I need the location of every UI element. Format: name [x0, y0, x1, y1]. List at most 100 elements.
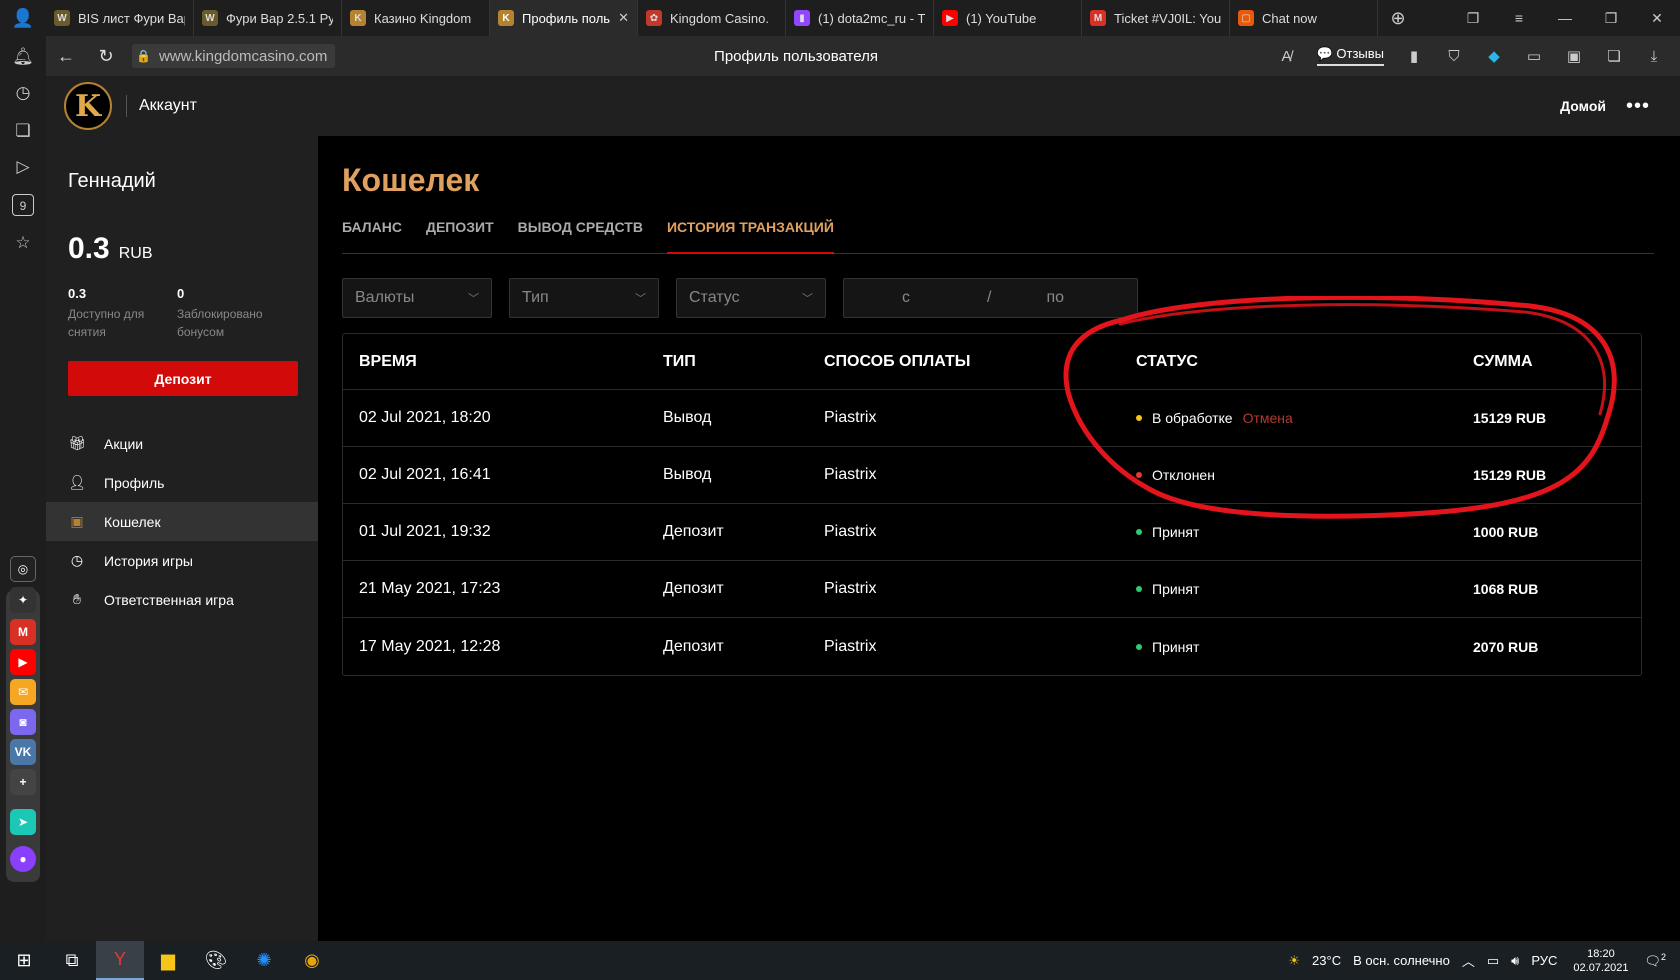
close-window-icon[interactable]: ✕	[1634, 10, 1680, 27]
sparkle-app-icon[interactable]: ✦	[10, 587, 36, 613]
alice-assistant-icon[interactable]: ●	[10, 846, 36, 872]
column-time[interactable]: ВРЕМЯ	[359, 334, 417, 389]
bell-icon[interactable]: 🔔︎	[12, 46, 34, 68]
more-menu-icon[interactable]: •••	[1626, 95, 1650, 118]
close-tab-icon[interactable]: ✕	[618, 10, 629, 26]
yandex-browser-icon[interactable]: Y	[96, 941, 144, 980]
date-range-picker[interactable]: с / по	[843, 278, 1138, 318]
tray-chevron-icon[interactable]: ︿	[1462, 951, 1475, 970]
browser-tab[interactable]: ▶ (1) YouTube	[934, 0, 1082, 36]
browser-tab[interactable]: W BIS лист Фури Вар	[46, 0, 194, 36]
sidebar-item[interactable]: 👤︎ Профиль	[46, 463, 318, 502]
type-select[interactable]: Тип ﹀	[509, 278, 659, 318]
browser-tab-title: BIS лист Фури Вар	[78, 10, 185, 26]
kingdom-logo[interactable]: K	[64, 82, 112, 130]
messenger-app-icon[interactable]: ◙	[10, 709, 36, 735]
vk-app-icon[interactable]: VK	[10, 739, 36, 765]
gmail-app-icon[interactable]: M	[10, 619, 36, 645]
browser-tab[interactable]: W Фури Вар 2.5.1 Ру	[194, 0, 342, 36]
sidebar-item[interactable]: 🎁︎ Акции	[46, 424, 318, 463]
wallet-tabs: БАЛАНС ДЕПОЗИТ ВЫВОД СРЕДСТВ ИСТОРИЯ ТРАНЗА…	[342, 216, 1654, 254]
cell-status: Принят	[1136, 504, 1199, 560]
download-icon[interactable]: ⤓	[1644, 48, 1664, 65]
account-menu: 🎁︎ Акции 👤︎ Профиль ▣ Кошелек ◷ История игры ✋︎ О…	[46, 424, 318, 619]
minimize-icon[interactable]: —	[1542, 10, 1588, 26]
currency-select[interactable]: Валюты ﹀	[342, 278, 492, 318]
record-app-icon[interactable]: ◎	[10, 556, 36, 582]
browser-tab[interactable]: M Ticket #VJ0IL: You	[1082, 0, 1230, 36]
weather-icon[interactable]: ☀	[1288, 953, 1300, 969]
browser-tab[interactable]: ▢ Chat now	[1230, 0, 1378, 36]
column-status[interactable]: СТАТУС	[1136, 334, 1198, 389]
wallet-tab[interactable]: ДЕПОЗИТ	[426, 216, 494, 254]
volume-icon[interactable]: 🔊︎	[1511, 953, 1519, 969]
star-icon[interactable]: ☆	[12, 232, 34, 254]
nine-badge-icon[interactable]: 9	[12, 194, 34, 216]
browser-tab-title: Chat now	[1262, 10, 1317, 26]
sidebar-item[interactable]: ◷ История игры	[46, 541, 318, 580]
date-to-placeholder[interactable]: по	[1046, 289, 1064, 307]
chrome-icon[interactable]: ◉	[288, 941, 336, 980]
back-arrow-icon[interactable]: ←	[46, 46, 86, 67]
browser-tab[interactable]: ✿ Kingdom Casino.	[638, 0, 786, 36]
collections-icon[interactable]: ❏	[1604, 47, 1624, 65]
battlenet-icon[interactable]: ✺	[240, 941, 288, 980]
mail-app-icon[interactable]: ✉	[10, 679, 36, 705]
network-icon[interactable]: ▭	[1487, 953, 1499, 969]
user-icon: 👤︎	[68, 474, 86, 490]
tv-icon[interactable]: ▭	[1524, 47, 1544, 65]
bookmarks-panel-icon[interactable]: ❐	[1450, 10, 1496, 27]
deposit-button[interactable]: Депозит	[68, 361, 298, 396]
add-app-icon[interactable]: +	[10, 769, 36, 795]
header-title: Аккаунт	[139, 97, 197, 114]
browser-profile-icon[interactable]: 👤	[0, 0, 46, 36]
play-icon[interactable]: ▷	[12, 156, 34, 178]
reload-icon[interactable]: ↻	[86, 46, 126, 67]
weather-text[interactable]: В осн. солнечно	[1353, 953, 1450, 968]
cell-time: 02 Jul 2021, 16:41	[359, 447, 491, 503]
wallet-tab[interactable]: БАЛАНС	[342, 216, 402, 254]
browser-tab[interactable]: K Казино Kingdom	[342, 0, 490, 36]
sidebar-item[interactable]: ✋︎ Ответственная игра	[46, 580, 318, 619]
notifications-icon[interactable]: 🗨︎2	[1644, 952, 1666, 969]
browser-tab[interactable]: K Профиль поль ✕	[490, 0, 638, 36]
task-view-icon[interactable]: ⧉	[48, 941, 96, 980]
cell-type: Вывод	[663, 447, 711, 503]
youtube-app-icon[interactable]: ▶	[10, 649, 36, 675]
language-indicator[interactable]: РУС	[1531, 953, 1557, 968]
browser-tab-strip: 👤 W BIS лист Фури Вар W Фури Вар 2.5.1 Ру K К…	[0, 0, 1680, 36]
windows-start-icon[interactable]: ⊞	[0, 941, 48, 980]
windows-taskbar: ⊞ ⧉ Y ▆ 🎨︎ ✺ ◉ ☀ 23°C В осн. солнечно ︿ …	[0, 941, 1680, 980]
home-link[interactable]: Домой	[1560, 98, 1606, 114]
wallet-tab[interactable]: ИСТОРИЯ ТРАНЗАКЦИЙ	[666, 216, 834, 254]
browser-menu-icon[interactable]: ≡	[1496, 10, 1542, 26]
clock[interactable]: 18:20 02.07.2021	[1573, 947, 1628, 975]
bookmark-icon[interactable]: ▮	[1404, 47, 1424, 65]
cell-status: В обработке Отмена	[1136, 390, 1293, 446]
cancel-withdrawal-link[interactable]: Отмена	[1243, 410, 1293, 426]
date-from-placeholder[interactable]: с	[902, 289, 910, 307]
column-type[interactable]: ТИП	[663, 334, 696, 389]
restore-icon[interactable]: ❐	[1588, 10, 1634, 27]
translate-icon[interactable]: A̸	[1277, 48, 1297, 65]
extension-icon[interactable]: ◆	[1484, 47, 1504, 65]
column-payment[interactable]: СПОСОБ ОПЛАТЫ	[824, 334, 970, 389]
table-row: 01 Jul 2021, 19:32 Депозит Piastrix Принят 1…	[343, 504, 1641, 561]
send-app-icon[interactable]: ➤	[10, 809, 36, 835]
extension-avatar-icon[interactable]: ▣	[1564, 47, 1584, 65]
history-clock-icon[interactable]: ◷	[12, 82, 34, 104]
column-amount[interactable]: СУММА	[1473, 334, 1533, 389]
paint-icon[interactable]: 🎨︎	[192, 941, 240, 980]
browser-tab[interactable]: ▮ (1) dota2mc_ru - T	[786, 0, 934, 36]
sidebar-item[interactable]: ▣ Кошелек	[46, 502, 318, 541]
url-field[interactable]: 🔒 www.kingdomcasino.com	[132, 44, 336, 68]
collections-side-icon[interactable]: ❏	[12, 120, 34, 142]
status-select[interactable]: Статус ﹀	[676, 278, 826, 318]
reviews-button[interactable]: 💬 Отзывы	[1316, 46, 1384, 66]
weather-temp[interactable]: 23°C	[1312, 953, 1341, 968]
wallet-tab[interactable]: ВЫВОД СРЕДСТВ	[518, 216, 643, 254]
protect-shield-icon[interactable]: ⛉	[1444, 48, 1464, 65]
new-tab-button[interactable]: ⊕	[1378, 0, 1418, 36]
blocked-balance: 0 Заблокировано бонусом	[177, 286, 277, 341]
file-explorer-icon[interactable]: ▆	[144, 941, 192, 980]
